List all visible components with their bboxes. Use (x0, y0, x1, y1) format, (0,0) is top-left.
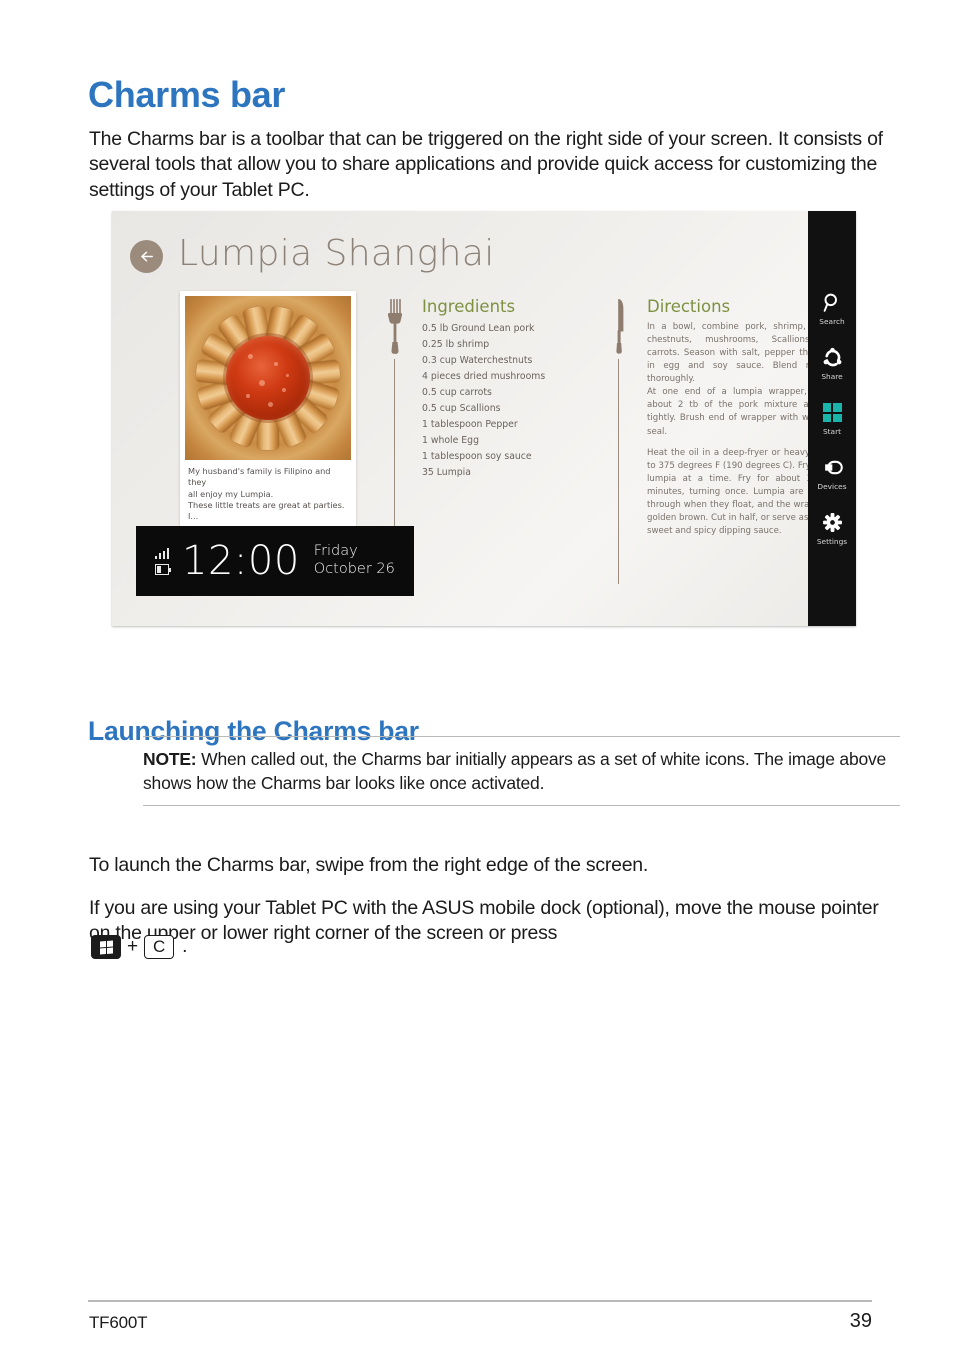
ingredient-item: 4 pieces dried mushrooms (422, 370, 546, 382)
windows-start-icon (821, 402, 843, 424)
share-icon (821, 347, 843, 369)
charm-label: Start (822, 426, 842, 436)
battery-icon (155, 563, 171, 575)
charm-search[interactable]: Search (808, 292, 856, 326)
ingredient-item: 0.25 lb shrimp (422, 338, 490, 350)
clock-month-day: October 26 (313, 561, 395, 577)
shortcut-period: . (182, 936, 188, 957)
charm-label: Share (821, 371, 843, 381)
ingredient-item: 0.5 cup carrots (422, 386, 492, 398)
charm-label: Devices (817, 481, 847, 491)
note-box: NOTE: When called out, the Charms bar in… (143, 736, 900, 807)
recipe-photo-card[interactable]: My husband's family is Filipino and they… (180, 291, 356, 536)
caption-line: all enjoy my Lumpia. (188, 488, 274, 499)
fork-divider (383, 297, 407, 584)
charm-settings[interactable]: Settings (808, 512, 856, 546)
note-rule-bottom (143, 805, 900, 807)
charm-devices[interactable]: Devices (808, 457, 856, 491)
charm-start[interactable]: Start (808, 402, 856, 436)
recipe-title: Lumpia Shanghai (178, 233, 495, 274)
charms-bar-screenshot: Lumpia Shanghai My husband's family is F… (112, 211, 856, 626)
ingredient-item: 0.3 cup Waterchestnuts (422, 354, 533, 366)
note-label: NOTE: (143, 749, 197, 769)
recipe-caption: My husband's family is Filipino and they… (185, 460, 351, 523)
charms-bar: Search Share Start Devices Settings (808, 211, 856, 626)
note-body: NOTE: When called out, the Charms bar in… (143, 737, 900, 805)
settings-gear-icon (821, 512, 843, 534)
ingredient-item: 1 whole Egg (422, 434, 479, 446)
ingredient-item: 0.5 cup Scallions (422, 402, 501, 414)
paragraph-dock: If you are using your Tablet PC with the… (89, 896, 879, 945)
plus-sign: + (127, 936, 139, 957)
ingredient-item: 1 tablespoon soy sauce (422, 450, 532, 462)
signal-bars-icon (154, 547, 170, 559)
footer-page-number: 39 (849, 1310, 872, 1332)
caption-line: My husband's family is Filipino and they (188, 466, 331, 488)
ingredient-item: 1 tablespoon Pepper (422, 418, 518, 430)
footer-model: TF600T (89, 1313, 148, 1332)
clock-time: 12:00 (182, 538, 300, 584)
knife-icon (616, 299, 624, 354)
devices-icon (821, 457, 843, 479)
ingredient-item: 35 Lumpia (422, 466, 471, 478)
caption-line: These little treats are great at parties… (188, 499, 345, 522)
clock-day: Friday (313, 543, 358, 560)
search-icon (821, 292, 843, 314)
charm-label: Search (819, 316, 845, 326)
recipe-photo (185, 296, 351, 460)
footer-rule (88, 1300, 872, 1302)
keyboard-shortcut: + C . (91, 935, 187, 959)
clock-tile: 12:00 Friday October 26 (136, 526, 414, 596)
ingredients-column: Ingredients 0.5 lb Ground Lean pork 0.25… (422, 297, 602, 481)
windows-key-icon (91, 935, 121, 959)
sauce-bowl (226, 336, 310, 420)
clock-date: Friday October 26 (314, 543, 395, 578)
paragraph-swipe: To launch the Charms bar, swipe from the… (89, 853, 649, 876)
back-arrow-icon[interactable] (130, 240, 163, 273)
letter-c-key-icon: C (144, 935, 175, 959)
charm-label: Settings (816, 536, 848, 546)
note-text: When called out, the Charms bar initiall… (143, 749, 887, 793)
fork-icon (387, 299, 403, 354)
divider-line (618, 359, 619, 584)
knife-divider (607, 297, 631, 584)
charm-share[interactable]: Share (808, 347, 856, 381)
intro-paragraph: The Charms bar is a toolbar that can be … (89, 127, 883, 202)
page-title: Charms bar (88, 74, 286, 116)
manual-page: Charms bar The Charms bar is a toolbar t… (0, 0, 954, 1357)
ingredients-heading: Ingredients (422, 297, 516, 316)
ingredient-item: 0.5 lb Ground Lean pork (422, 323, 535, 334)
tile-status-icons (136, 547, 182, 575)
